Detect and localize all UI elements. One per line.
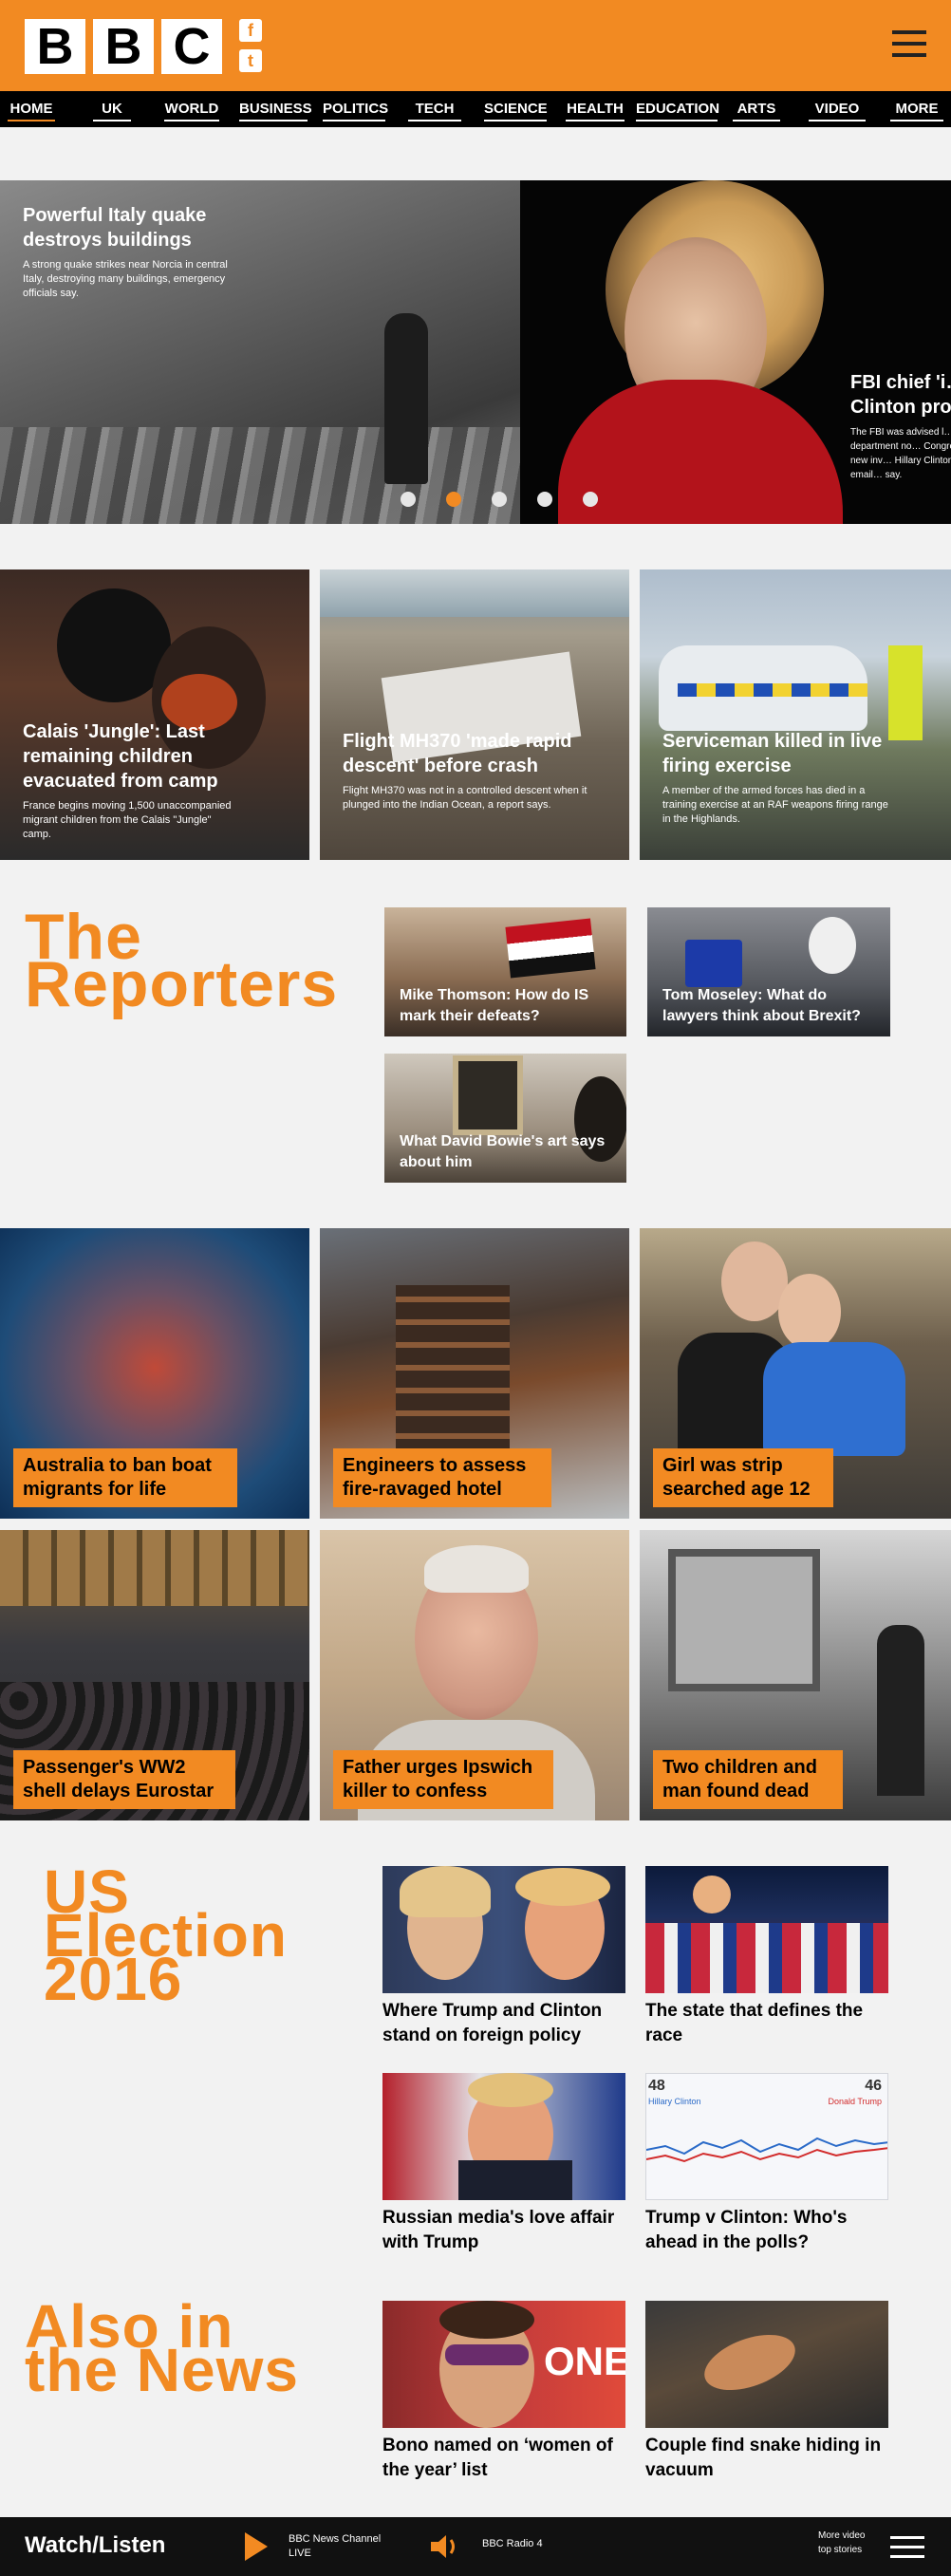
slide-summary: A strong quake strikes near Norcia in ce… [23, 259, 228, 299]
story-label: Father urges Ipswich killer to confess [333, 1750, 553, 1809]
story-serviceman[interactable]: Serviceman killed in live firing exercis… [640, 569, 951, 860]
election-thumb-state[interactable] [645, 1866, 888, 1993]
reporters-heading: The Reporters [25, 901, 339, 1020]
nav-education[interactable]: EDUCATION [636, 91, 719, 127]
reporter-mike-thomson[interactable]: Mike Thomson: How do IS mark their defea… [384, 907, 626, 1036]
poll-clinton-label: Hillary Clinton [648, 2097, 701, 2106]
story-label: Girl was strip searched age 12 [653, 1448, 833, 1507]
story-australia-boat[interactable]: Australia to ban boat migrants for life [0, 1228, 309, 1519]
poll-trump-pct: 46 [865, 2078, 882, 2094]
main-nav: HOME UK WORLD BUSINESS POLITICS TECH SCI… [0, 91, 951, 127]
story-label: Engineers to assess fire-ravaged hotel [333, 1448, 551, 1507]
reporter-tom-moseley[interactable]: Tom Moseley: What do lawyers think about… [647, 907, 890, 1036]
nav-video[interactable]: VIDEO [809, 91, 866, 127]
carousel-dot[interactable] [537, 492, 552, 507]
election-heading: US Election 2016 [44, 1857, 288, 2013]
reporter-bowie-art[interactable]: What David Bowie's art says about him [384, 1054, 626, 1183]
carousel-dot[interactable] [583, 492, 598, 507]
election-caption[interactable]: Trump v Clinton: Who's ahead in the poll… [645, 2206, 888, 2255]
nav-home[interactable]: HOME [8, 91, 55, 127]
also-caption[interactable]: Couple find snake hiding in vacuum [645, 2434, 888, 2483]
logo-letter[interactable]: B [93, 19, 154, 74]
channel-link[interactable]: BBC News Channel LIVE [289, 2532, 381, 2561]
more-video-link[interactable]: More video top stories [818, 2529, 865, 2557]
nav-world[interactable]: WORLD [164, 91, 219, 127]
story-summary: A member of the armed forces has died in… [662, 785, 888, 825]
election-thumb-russian-media[interactable] [382, 2073, 625, 2200]
slide-title: FBI chief 'i… Clinton pro… [850, 372, 951, 418]
story-label: Two children and man found dead [653, 1750, 843, 1809]
facebook-icon[interactable]: f [239, 19, 262, 42]
logo-letter[interactable]: B [25, 19, 85, 74]
nav-politics[interactable]: POLITICS [323, 91, 388, 127]
play-icon[interactable] [245, 2532, 268, 2561]
election-thumb-foreign-policy[interactable] [382, 1866, 625, 1993]
reporter-title: Tom Moseley: What do lawyers think about… [662, 987, 861, 1024]
site-header: B B C f t [0, 0, 951, 91]
carousel-dot[interactable] [492, 492, 507, 507]
story-mh370[interactable]: Flight MH370 'made rapid descent' before… [320, 569, 629, 860]
carousel-slide-italy-quake[interactable]: Powerful Italy quake destroys buildings … [0, 180, 520, 524]
nav-arts[interactable]: ARTS [733, 91, 780, 127]
nav-tech[interactable]: TECH [408, 91, 461, 127]
nav-health[interactable]: HEALTH [566, 91, 625, 127]
also-thumb-bono[interactable]: ONE [382, 2301, 625, 2428]
nav-uk[interactable]: UK [93, 91, 131, 127]
bono-sign-text: ONE [544, 2339, 625, 2383]
slide-summary: The FBI was advised l… justice departmen… [850, 427, 951, 480]
speaker-icon[interactable] [429, 2532, 461, 2561]
story-two-children[interactable]: Two children and man found dead [640, 1530, 951, 1820]
carousel-dot[interactable] [401, 492, 416, 507]
watch-listen-bar: Watch/Listen BBC News Channel LIVE BBC R… [0, 2517, 951, 2576]
nav-more[interactable]: MORE [890, 91, 943, 127]
story-label: Australia to ban boat migrants for life [13, 1448, 237, 1507]
reporter-title: Mike Thomson: How do IS mark their defea… [400, 987, 589, 1024]
story-title: Serviceman killed in live firing exercis… [662, 731, 883, 776]
election-caption[interactable]: The state that defines the race [645, 1999, 864, 2048]
story-hotel-fire[interactable]: Engineers to assess fire-ravaged hotel [320, 1228, 629, 1519]
watch-listen-label[interactable]: Watch/Listen [25, 2532, 165, 2559]
carousel-dot-active[interactable] [446, 492, 461, 507]
reporter-title: What David Bowie's art says about him [400, 1133, 606, 1170]
story-ipswich[interactable]: Father urges Ipswich killer to confess [320, 1530, 629, 1820]
election-caption[interactable]: Where Trump and Clinton stand on foreign… [382, 1999, 625, 2048]
nav-business[interactable]: BUSINESS [239, 91, 312, 127]
story-girl-strip-searched[interactable]: Girl was strip searched age 12 [640, 1228, 951, 1519]
radio-link[interactable]: BBC Radio 4 [482, 2538, 543, 2549]
story-calais[interactable]: Calais 'Jungle': Last remaining children… [0, 569, 309, 860]
twitter-icon[interactable]: t [239, 49, 262, 72]
story-eurostar[interactable]: Passenger's WW2 shell delays Eurostar [0, 1530, 309, 1820]
logo-letter[interactable]: C [161, 19, 222, 74]
carousel-slide-fbi-clinton[interactable]: FBI chief 'i… Clinton pro… The FBI was a… [520, 180, 951, 524]
election-thumb-polls[interactable]: 48 Hillary Clinton 46 Donald Trump [645, 2073, 888, 2200]
slide-title: Powerful Italy quake destroys buildings [23, 205, 207, 251]
story-title: Calais 'Jungle': Last remaining children… [23, 721, 218, 792]
also-heading: Also in the News [25, 2292, 299, 2404]
election-caption[interactable]: Russian media's love affair with Trump [382, 2206, 625, 2255]
also-thumb-snake[interactable] [645, 2301, 888, 2428]
story-summary: Flight MH370 was not in a controlled des… [343, 785, 587, 811]
story-summary: France begins moving 1,500 unaccompanied… [23, 800, 232, 840]
nav-science[interactable]: SCIENCE [484, 91, 548, 127]
poll-clinton-pct: 48 [648, 2078, 665, 2094]
also-caption[interactable]: Bono named on ‘women of the year’ list [382, 2434, 625, 2483]
footer-menu-icon[interactable] [890, 2536, 924, 2559]
story-label: Passenger's WW2 shell delays Eurostar [13, 1750, 235, 1809]
menu-icon[interactable] [892, 30, 926, 57]
poll-line-chart [646, 2137, 887, 2163]
story-title: Flight MH370 'made rapid descent' before… [343, 731, 572, 776]
poll-trump-label: Donald Trump [828, 2097, 882, 2106]
